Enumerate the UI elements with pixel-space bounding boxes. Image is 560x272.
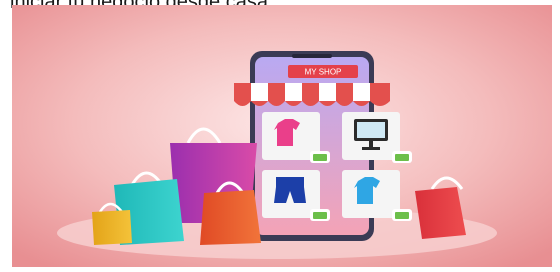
shop-sign-text: MY SHOP — [305, 68, 342, 77]
product-card-monitor — [342, 112, 400, 160]
product-card-tshirt-blue — [342, 170, 400, 218]
online-shop-illustration: MY SHOP — [12, 5, 552, 267]
awning — [234, 83, 390, 106]
